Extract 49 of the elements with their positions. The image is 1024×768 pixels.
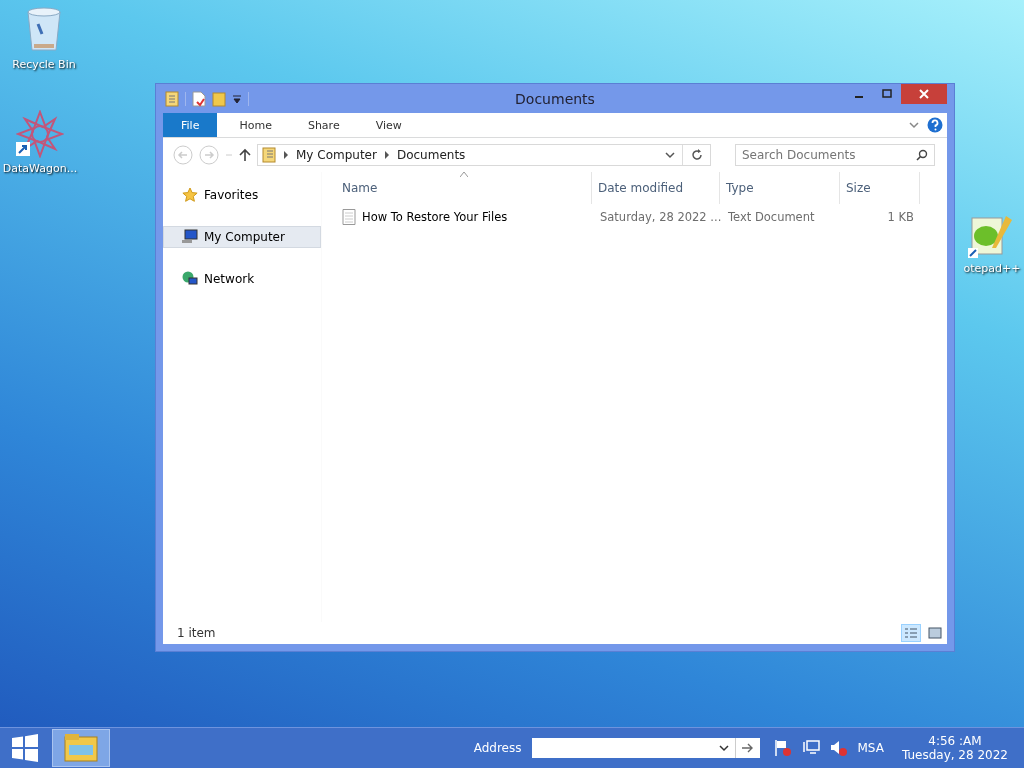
ribbon-tab[interactable]: Home [225, 113, 286, 137]
new-document-icon[interactable] [192, 90, 206, 107]
clock[interactable]: 4:56 :AM Tuesday, 28 2022 [901, 734, 1008, 762]
up-arrow-icon[interactable] [239, 148, 251, 162]
network-monitor-icon[interactable] [801, 739, 820, 757]
flag-icon[interactable] [773, 739, 792, 757]
column-header[interactable]: Date modified [592, 172, 720, 204]
address-bar[interactable]: My Computer Documents [257, 144, 711, 166]
properties-icon[interactable] [165, 90, 179, 107]
text-file-icon [342, 209, 356, 225]
ribbon-tab[interactable]: Share [293, 113, 354, 137]
chevron-down-icon[interactable] [665, 151, 675, 159]
chevron-down-icon[interactable] [718, 744, 729, 752]
chevron-right-icon[interactable] [383, 151, 390, 159]
folder-icon [262, 147, 276, 163]
nav-item[interactable]: Network [163, 268, 321, 290]
language-indicator[interactable]: MSA [857, 741, 884, 755]
type-cell-text: Text Document [727, 210, 816, 224]
search-icon[interactable] [916, 149, 928, 161]
item-count: 1 item [177, 626, 216, 640]
star-burst-icon[interactable] [16, 110, 64, 158]
refresh-icon[interactable] [690, 148, 704, 162]
chevron-right-icon[interactable] [283, 151, 289, 159]
column-header[interactable]: Type [720, 172, 840, 204]
star-icon [182, 187, 198, 203]
address-field[interactable] [531, 738, 760, 758]
close-button[interactable] [901, 84, 947, 104]
ribbon-tab[interactable]: View [361, 113, 416, 137]
address-label: Address [473, 741, 522, 755]
breadcrumb[interactable]: My Computer [296, 148, 377, 162]
help-icon[interactable] [927, 117, 943, 133]
windows-logo-icon[interactable] [11, 734, 39, 762]
date-cell-text: Saturday, 28 2022 ... [599, 210, 722, 224]
maximize-icon[interactable] [882, 89, 892, 99]
window-title: Documents [514, 90, 596, 107]
column-header[interactable]: Name [340, 172, 592, 204]
search-field[interactable]: Search Documents [735, 144, 935, 166]
dropdown-icon[interactable] [232, 93, 242, 104]
sort-caret-icon [460, 172, 468, 177]
network-globe-icon [182, 271, 198, 287]
breadcrumb[interactable]: Documents [396, 148, 466, 162]
size-cell-text: 1 KB [886, 210, 915, 224]
computer-icon [182, 229, 198, 245]
nav-item[interactable]: Favorites [163, 184, 321, 206]
nav-item[interactable]: My Computer [163, 226, 321, 248]
close-icon[interactable] [919, 89, 929, 99]
column-header[interactable]: Size [840, 172, 920, 204]
muted-speaker-icon[interactable] [829, 739, 848, 757]
file-name[interactable]: How To Restore Your Files [362, 210, 508, 224]
